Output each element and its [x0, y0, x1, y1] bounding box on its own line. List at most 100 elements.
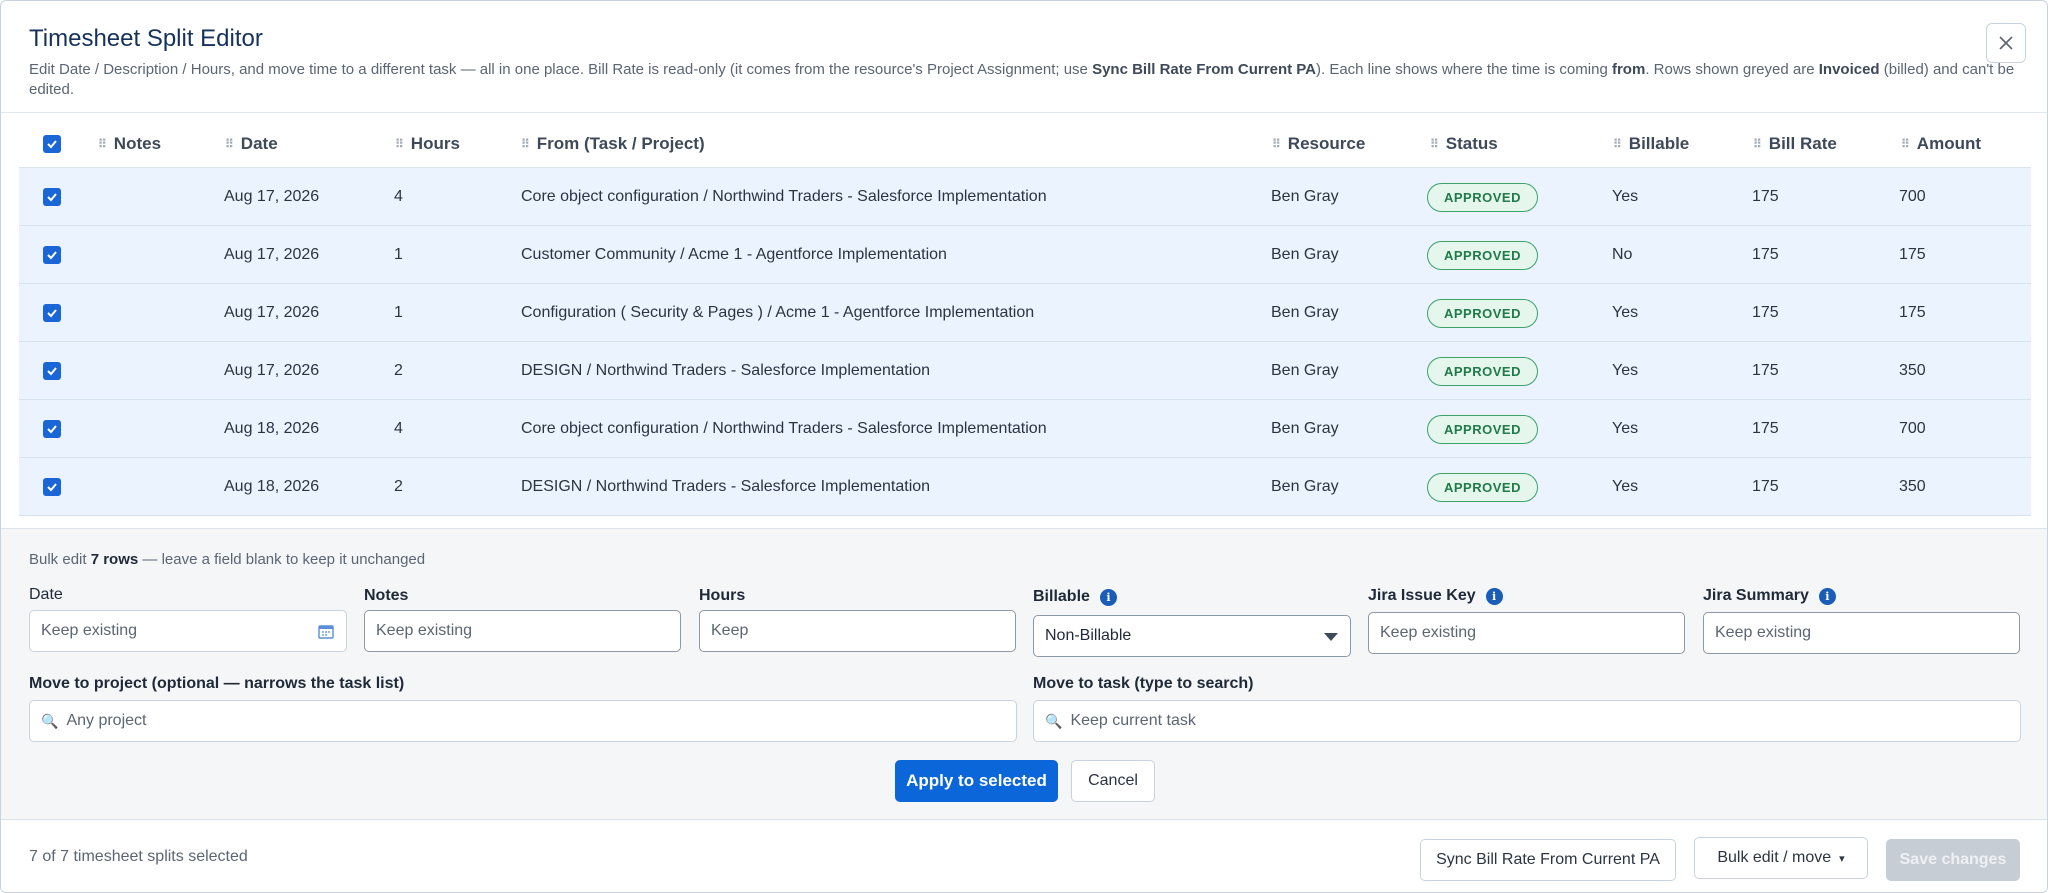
row-checkbox[interactable]	[43, 246, 61, 264]
move-project-search[interactable]: 🔍 Any project	[29, 700, 1017, 742]
row-date: Aug 18, 2026	[224, 478, 320, 495]
status-badge: APPROVED	[1427, 472, 1538, 502]
row-date: Aug 17, 2026	[224, 188, 320, 205]
cancel-button[interactable]: Cancel	[1071, 760, 1155, 802]
date-label: Date	[29, 586, 63, 603]
row-bill-rate: 175	[1752, 246, 1779, 263]
bulk-edit-title: Bulk edit 7 rows — leave a field blank t…	[29, 551, 426, 568]
column-header-hours[interactable]: ⠿ Hours	[395, 120, 460, 168]
status-badge: APPROVED	[1427, 182, 1538, 212]
sync-bill-rate-button[interactable]: Sync Bill Rate From Current PA	[1420, 839, 1676, 881]
row-billable: Yes	[1612, 420, 1639, 437]
notes-field[interactable]: Keep existing	[364, 610, 681, 652]
hours-field[interactable]: Keep	[699, 610, 1016, 652]
hours-label: Hours	[699, 587, 746, 604]
table-row[interactable]: Aug 18, 2026 4 Core object configuration…	[19, 400, 2031, 458]
row-date: Aug 17, 2026	[224, 246, 320, 263]
row-from: Core object configuration / Northwind Tr…	[521, 420, 1047, 437]
jira-summary-label: Jira Summary i	[1703, 587, 1836, 605]
row-bill-rate: 175	[1752, 362, 1779, 379]
row-date: Aug 18, 2026	[224, 420, 320, 437]
row-amount: 175	[1899, 304, 1926, 321]
apply-to-selected-button[interactable]: Apply to selected	[895, 760, 1058, 802]
row-billable: Yes	[1612, 478, 1639, 495]
row-from: Configuration ( Security & Pages ) / Acm…	[521, 304, 1035, 321]
row-resource: Ben Gray	[1271, 478, 1339, 495]
date-field[interactable]: Keep existing	[29, 610, 347, 652]
billable-label: Billable i	[1033, 588, 1117, 606]
bulk-edit-move-button[interactable]: Bulk edit / move ▾	[1694, 837, 1868, 879]
move-task-search[interactable]: 🔍 Keep current task	[1033, 700, 2021, 742]
row-from: DESIGN / Northwind Traders - Salesforce …	[521, 362, 931, 379]
table-row[interactable]: Aug 17, 2026 4 Core object configuration…	[19, 168, 2031, 226]
table-row[interactable]: Aug 18, 2026 2 DESIGN / Northwind Trader…	[19, 458, 2031, 516]
row-billable: No	[1612, 246, 1633, 263]
row-date: Aug 17, 2026	[224, 304, 320, 321]
row-checkbox[interactable]	[43, 478, 61, 496]
selection-status: 7 of 7 timesheet splits selected	[29, 848, 248, 865]
table-header: ⠿ Notes ⠿ Date ⠿ Hours ⠿ From (Task / Projec…	[19, 120, 2031, 168]
row-amount: 350	[1899, 478, 1926, 495]
row-hours: 4	[394, 188, 403, 205]
column-header-status[interactable]: ⠿ Status	[1430, 120, 1498, 168]
jira-key-info-icon[interactable]: i	[1485, 587, 1503, 605]
save-changes-button[interactable]: Save changes	[1886, 839, 2020, 881]
row-from: Customer Community / Acme 1 - Agentforce…	[521, 246, 947, 263]
row-billable: Yes	[1612, 188, 1639, 205]
jira-summary-info-icon[interactable]: i	[1818, 587, 1836, 605]
row-billable: Yes	[1612, 304, 1639, 321]
column-header-from[interactable]: ⠿ From (Task / Project)	[521, 120, 705, 168]
status-badge: APPROVED	[1427, 414, 1538, 444]
row-checkbox[interactable]	[43, 420, 61, 438]
jira-summary-field[interactable]: Keep existing	[1703, 612, 2020, 654]
row-bill-rate: 175	[1752, 188, 1779, 205]
caret-down-icon: ▾	[1839, 852, 1845, 865]
row-resource: Ben Gray	[1271, 188, 1339, 205]
jira-issue-key-label: Jira Issue Key i	[1368, 587, 1503, 605]
row-bill-rate: 175	[1752, 420, 1779, 437]
billable-select[interactable]: Non-Billable	[1033, 615, 1351, 657]
table-row[interactable]: Aug 17, 2026 1 Customer Community / Acme…	[19, 226, 2031, 284]
table-row[interactable]: Aug 17, 2026 2 DESIGN / Northwind Trader…	[19, 342, 2031, 400]
status-badge: APPROVED	[1427, 356, 1538, 386]
dialog-footer: 7 of 7 timesheet splits selected Sync Bi…	[1, 819, 2047, 892]
row-checkbox[interactable]	[43, 362, 61, 380]
row-hours: 2	[394, 362, 403, 379]
column-header-date[interactable]: ⠿ Date	[225, 120, 278, 168]
select-all-checkbox[interactable]	[43, 135, 61, 153]
row-from: DESIGN / Northwind Traders - Salesforce …	[521, 478, 931, 495]
column-header-bill-rate[interactable]: ⠿ Bill Rate	[1753, 120, 1837, 168]
search-icon: 🔍	[1045, 712, 1063, 729]
search-icon: 🔍	[41, 712, 59, 729]
row-date: Aug 17, 2026	[224, 362, 320, 379]
column-header-resource[interactable]: ⠿ Resource	[1272, 120, 1365, 168]
row-resource: Ben Gray	[1271, 362, 1339, 379]
row-checkbox[interactable]	[43, 304, 61, 322]
column-header-billable[interactable]: ⠿ Billable	[1613, 120, 1689, 168]
notes-label: Notes	[364, 587, 409, 604]
jira-issue-key-field[interactable]: Keep existing	[1368, 612, 1685, 654]
row-hours: 1	[394, 246, 403, 263]
calendar-icon[interactable]	[318, 623, 334, 639]
billable-info-icon[interactable]: i	[1099, 588, 1117, 606]
dialog-header: Timesheet Split Editor Edit Date / Descr…	[1, 1, 2047, 113]
column-header-notes[interactable]: ⠿ Notes	[98, 120, 161, 168]
table-row[interactable]: Aug 17, 2026 1 Configuration ( Security …	[19, 284, 2031, 342]
row-checkbox[interactable]	[43, 188, 61, 206]
move-project-label: Move to project (optional — narrows the …	[29, 675, 405, 692]
status-badge: APPROVED	[1427, 298, 1538, 328]
row-bill-rate: 175	[1752, 304, 1779, 321]
row-amount: 700	[1899, 420, 1926, 437]
row-billable: Yes	[1612, 362, 1639, 379]
row-resource: Ben Gray	[1271, 246, 1339, 263]
close-button[interactable]	[1986, 23, 2026, 63]
row-hours: 1	[394, 304, 403, 321]
column-header-amount[interactable]: ⠿ Amount	[1901, 120, 1981, 168]
status-badge: APPROVED	[1427, 240, 1538, 270]
close-icon	[1999, 36, 2013, 50]
row-amount: 175	[1899, 246, 1926, 263]
dialog-title: Timesheet Split Editor	[29, 25, 263, 52]
chevron-down-icon	[1324, 633, 1338, 641]
row-hours: 2	[394, 478, 403, 495]
row-from: Core object configuration / Northwind Tr…	[521, 188, 1047, 205]
